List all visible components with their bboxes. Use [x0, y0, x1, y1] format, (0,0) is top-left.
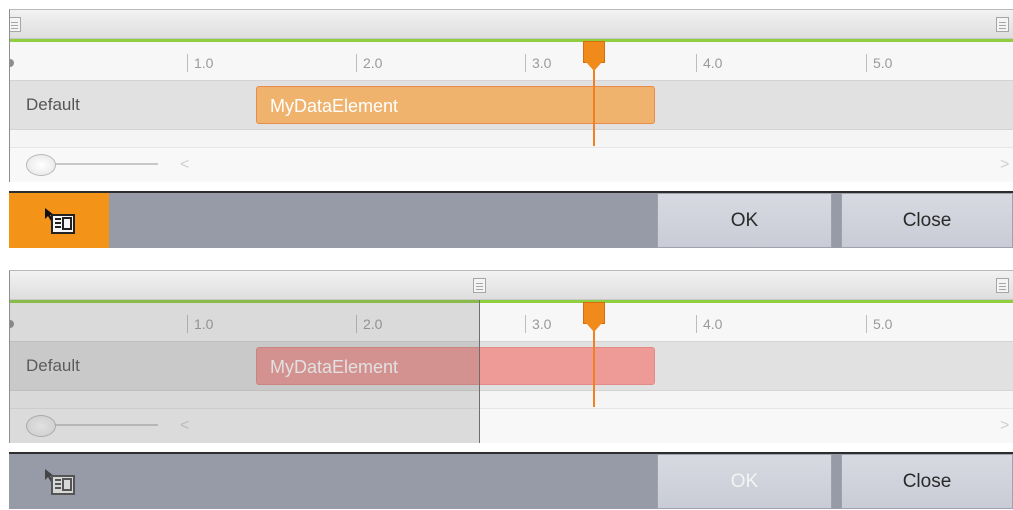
track-row: Default MyDataElement [10, 80, 1013, 130]
data-list-button[interactable] [9, 193, 109, 248]
footer-toolbar: OK Close [9, 191, 1013, 248]
timeline-dialog-valid: 1.0 2.0 3.0 4.0 5.0 Default MyDataElemen… [9, 9, 1013, 249]
out-of-range-overlay [10, 300, 480, 443]
dialog-footer: OK Close [9, 443, 1013, 510]
ruler-tick: 4.0 [696, 315, 722, 333]
timeline-dialog-invalid: 1.0 2.0 3.0 4.0 5.0 Default MyDataElemen… [9, 270, 1013, 510]
zoom-slider-knob[interactable] [26, 154, 56, 176]
playhead-handle-icon[interactable] [583, 41, 605, 71]
scroll-right-icon[interactable]: > [1000, 156, 1009, 174]
data-list-icon [45, 468, 75, 495]
timeline-area: 1.0 2.0 3.0 4.0 5.0 Default MyDataElemen… [9, 270, 1013, 443]
close-button[interactable]: Close [841, 454, 1013, 509]
ruler-tick: 4.0 [696, 54, 722, 72]
footer-toolbar: OK Close [9, 452, 1013, 509]
ruler-tick: 5.0 [866, 315, 892, 333]
data-element-block[interactable]: MyDataElement [256, 86, 655, 124]
scroll-left-icon[interactable]: < [180, 156, 189, 174]
ok-button: OK [657, 454, 832, 509]
close-button[interactable]: Close [841, 193, 1013, 248]
range-start-grip-icon[interactable] [10, 17, 21, 32]
track-label: Default [26, 95, 80, 114]
range-start-grip-icon[interactable] [473, 278, 486, 293]
range-selector-bar[interactable] [10, 10, 1013, 39]
zoom-scroll-row: < > [10, 147, 1013, 182]
ruler-tick: 5.0 [866, 54, 892, 72]
ok-button[interactable]: OK [657, 193, 832, 248]
dialog-footer: OK Close [9, 182, 1013, 249]
data-list-button[interactable] [9, 454, 109, 509]
ruler-tick: 3.0 [525, 315, 551, 333]
ruler-tick: 1.0 [187, 54, 213, 72]
ruler-origin-marker [10, 59, 14, 67]
timeline-area: 1.0 2.0 3.0 4.0 5.0 Default MyDataElemen… [9, 9, 1013, 182]
data-list-icon [45, 207, 75, 234]
time-ruler: 1.0 2.0 3.0 4.0 5.0 [10, 42, 1013, 80]
range-end-grip-icon[interactable] [996, 278, 1009, 293]
empty-track-row [10, 130, 1013, 147]
range-selector-bar[interactable] [10, 271, 1013, 300]
ruler-tick: 3.0 [525, 54, 551, 72]
ruler-tick: 2.0 [356, 54, 382, 72]
playhead-handle-icon[interactable] [583, 302, 605, 332]
range-end-grip-icon[interactable] [996, 17, 1009, 32]
scroll-right-icon[interactable]: > [1000, 417, 1009, 435]
